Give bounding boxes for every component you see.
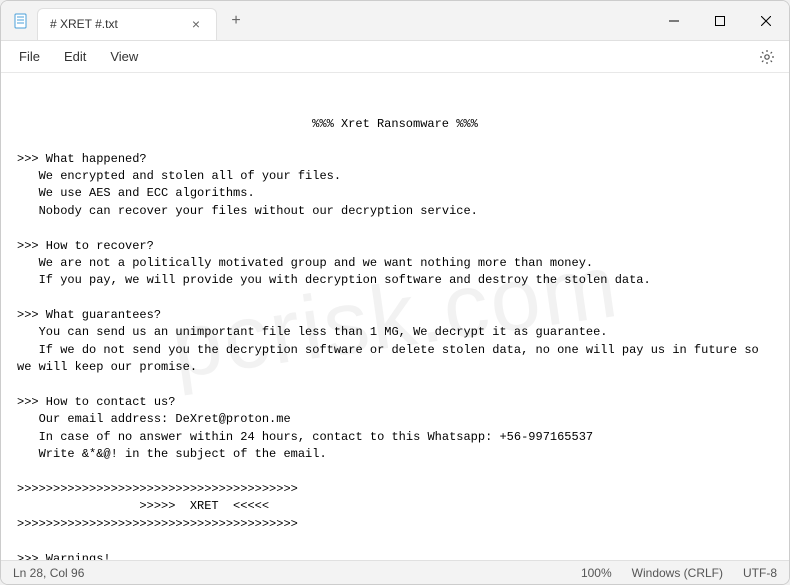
close-window-button[interactable] (743, 1, 789, 40)
text-line: If we do not send you the decryption sof… (17, 343, 766, 374)
minimize-button[interactable] (651, 1, 697, 40)
text-line: >>> How to contact us? (17, 395, 175, 409)
status-encoding[interactable]: UTF-8 (743, 566, 777, 580)
text-line: We encrypted and stolen all of your file… (17, 169, 341, 183)
text-line: >>>>> XRET <<<<< (17, 499, 269, 513)
text-line: >>> How to recover? (17, 239, 154, 253)
tab-title: # XRET #.txt (50, 17, 118, 31)
text-line: We use AES and ECC algorithms. (17, 186, 255, 200)
text-line: If you pay, we will provide you with dec… (17, 273, 651, 287)
text-editor-area[interactable]: pcrisk.com %%% Xret Ransomware %%% >>> W… (1, 73, 789, 560)
doc-header: %%% Xret Ransomware %%% (17, 116, 773, 133)
maximize-button[interactable] (697, 1, 743, 40)
text-line: >>> What guarantees? (17, 308, 161, 322)
text-line: Nobody can recover your files without ou… (17, 204, 478, 218)
status-bar: Ln 28, Col 96 100% Windows (CRLF) UTF-8 (1, 560, 789, 584)
menu-edit[interactable]: Edit (52, 45, 98, 68)
status-position: Ln 28, Col 96 (13, 566, 84, 580)
new-tab-button[interactable]: + (221, 6, 251, 36)
text-line: >>>>>>>>>>>>>>>>>>>>>>>>>>>>>>>>>>>>>>> (17, 482, 298, 496)
text-line: Our email address: DeXret@proton.me (17, 412, 291, 426)
text-line: Write &*&@! in the subject of the email. (17, 447, 327, 461)
text-line: You can send us an unimportant file less… (17, 325, 608, 339)
menu-view[interactable]: View (98, 45, 150, 68)
window-controls (651, 1, 789, 40)
title-bar: # XRET #.txt × + (1, 1, 789, 41)
status-zoom[interactable]: 100% (581, 566, 612, 580)
watermark-text: pcrisk.com (163, 221, 627, 413)
tab-active[interactable]: # XRET #.txt × (37, 8, 217, 40)
text-line: We are not a politically motivated group… (17, 256, 593, 270)
text-line: >>> What happened? (17, 152, 147, 166)
tabs-area: # XRET #.txt × + (37, 1, 651, 40)
notepad-app-icon (13, 13, 29, 29)
close-tab-icon[interactable]: × (188, 16, 204, 32)
text-line: In case of no answer within 24 hours, co… (17, 430, 593, 444)
menu-file[interactable]: File (7, 45, 52, 68)
status-line-ending[interactable]: Windows (CRLF) (632, 566, 723, 580)
notepad-window: # XRET #.txt × + File Edit View pcrisk.c… (0, 0, 790, 585)
text-line: >>>>>>>>>>>>>>>>>>>>>>>>>>>>>>>>>>>>>>> (17, 517, 298, 531)
menu-bar: File Edit View (1, 41, 789, 73)
settings-button[interactable] (751, 41, 783, 73)
text-line: >>> Warnings! (17, 552, 111, 560)
